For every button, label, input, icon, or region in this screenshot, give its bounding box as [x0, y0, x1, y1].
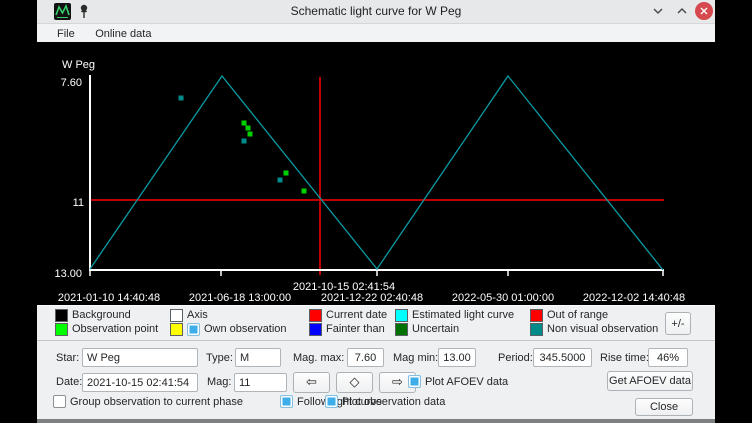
legend-label-estimated-light-curve: Estimated light curve — [412, 309, 514, 322]
x-axis-date-label: 2022-12-02 14:40:48 — [583, 292, 685, 304]
non-visual-observation-point — [242, 139, 247, 144]
legend-label-background: Background — [72, 309, 131, 322]
x-axis-date-label: 2021-06-18 13:00:00 — [189, 292, 291, 304]
legend-swatch-axis — [170, 309, 183, 322]
control-panel: Star: Type: Mag. max: Mag min: Period: R… — [37, 341, 715, 419]
legend-swatch-background — [55, 309, 68, 322]
y-axis-label: 11 — [73, 197, 84, 209]
menu-online-data[interactable]: Online data — [87, 26, 159, 42]
legend-label-uncertain: Uncertain — [412, 323, 459, 336]
non-visual-observation-point — [179, 96, 184, 101]
y-axis-label: 7.60 — [61, 77, 82, 89]
legend-item-observation-point: Observation point — [55, 323, 158, 336]
x-axis-date-label: 2021-12-22 02:40:48 — [321, 292, 423, 304]
light-curve-plot[interactable]: W Peg7.601113.002021-10-15 02:41:542021-… — [37, 42, 715, 305]
mag-min-input[interactable] — [438, 348, 476, 367]
star-name-label: W Peg — [62, 59, 95, 71]
legend-label-own-observation: Own observation — [204, 323, 287, 336]
legend-label-non-visual-observation: Non visual observation — [547, 323, 658, 336]
period-input[interactable] — [533, 348, 592, 367]
legend-label-axis: Axis — [187, 309, 208, 322]
title-bar[interactable]: Schematic light curve for W Peg — [37, 0, 715, 24]
chevron-down-icon[interactable] — [652, 7, 664, 15]
legend-item-background: Background — [55, 309, 131, 322]
mag-max-input[interactable] — [347, 348, 384, 367]
menu-bar: File Online data — [37, 24, 715, 42]
legend-item-uncertain: Uncertain — [395, 323, 459, 336]
close-button[interactable] — [695, 2, 713, 20]
date-input[interactable] — [82, 373, 198, 392]
observation-point — [242, 121, 247, 126]
legend-swatch-current-date — [309, 309, 322, 322]
type-input[interactable] — [235, 348, 281, 367]
follow-light-curve-checkbox[interactable] — [280, 395, 293, 408]
non-visual-observation-point — [278, 178, 283, 183]
legend-swatch-out-of-range — [530, 309, 543, 322]
period-label: Period: — [498, 352, 533, 365]
date-label: Date: — [56, 376, 82, 389]
legend-item-fainter-than: Fainter than — [309, 323, 385, 336]
legend-label-out-of-range: Out of range — [547, 309, 608, 322]
observation-point — [246, 126, 251, 131]
chevron-up-icon[interactable] — [676, 7, 688, 15]
legend-label-observation-point: Observation point — [72, 323, 158, 336]
previous-date-button[interactable]: ⇦ — [293, 372, 330, 393]
plot-afoev-label: Plot AFOEV data — [425, 376, 508, 389]
menu-file[interactable]: File — [49, 26, 83, 42]
legend-swatch-own-observation — [170, 323, 183, 336]
app-window: Schematic light curve for W Peg File Onl… — [37, 0, 715, 419]
plot-afoev-checkbox[interactable] — [408, 375, 421, 388]
legend-item-current-date: Current date — [309, 309, 387, 322]
type-label: Type: — [206, 352, 233, 365]
legend-panel: +/- BackgroundObservation point AxisOwn o… — [37, 305, 715, 341]
phase-button[interactable]: ◇ — [336, 372, 373, 393]
x-axis-date-label: 2021-01-10 14:40:48 — [58, 292, 160, 304]
legend-item-estimated-light-curve: Estimated light curve — [395, 309, 514, 322]
legend-item-axis: Axis — [170, 309, 208, 322]
mag-min-label: Mag min: — [393, 352, 438, 365]
legend-label-fainter-than: Fainter than — [326, 323, 385, 336]
legend-item-non-visual-observation: Non visual observation — [530, 323, 658, 336]
group-observation-label: Group observation to current phase — [70, 396, 243, 409]
light-curve-canvas: W Peg7.601113.002021-10-15 02:41:542021-… — [37, 42, 715, 305]
mag-max-label: Mag. max: — [293, 352, 344, 365]
rise-time-label: Rise time: — [600, 352, 649, 365]
legend-item-own-observation: Own observation — [170, 323, 287, 336]
legend-swatch-non-visual-observation — [530, 323, 543, 336]
legend-swatch-uncertain — [395, 323, 408, 336]
legend-swatch-observation-point — [55, 323, 68, 336]
legend-label-current-date: Current date — [326, 309, 387, 322]
window-bottom-edge — [37, 419, 715, 423]
legend-item-out-of-range: Out of range — [530, 309, 608, 322]
plot-background — [37, 42, 715, 305]
star-label: Star: — [56, 352, 79, 365]
x-axis-date-label: 2022-05-30 01:00:00 — [452, 292, 554, 304]
legend-swatch-estimated-light-curve — [395, 309, 408, 322]
close-dialog-button[interactable]: Close — [635, 398, 693, 416]
y-axis-label: 13.00 — [54, 268, 82, 280]
close-icon — [700, 7, 708, 15]
observation-point — [284, 171, 289, 176]
own-observation-checkbox[interactable] — [187, 323, 200, 336]
star-input[interactable] — [82, 348, 198, 367]
observation-point — [302, 189, 307, 194]
group-observation-checkbox[interactable] — [53, 395, 66, 408]
mag-input[interactable] — [234, 373, 287, 392]
rise-time-input[interactable] — [648, 348, 688, 367]
get-afoev-data-button[interactable]: Get AFOEV data — [607, 371, 693, 391]
window-title: Schematic light curve for W Peg — [37, 4, 715, 18]
legend-more-button[interactable]: +/- — [665, 312, 691, 335]
plot-observation-checkbox[interactable] — [325, 395, 338, 408]
mag-label: Mag: — [207, 376, 231, 389]
plot-observation-label: Plot observation data — [342, 396, 445, 409]
legend-swatch-fainter-than — [309, 323, 322, 336]
observation-point — [248, 132, 253, 137]
